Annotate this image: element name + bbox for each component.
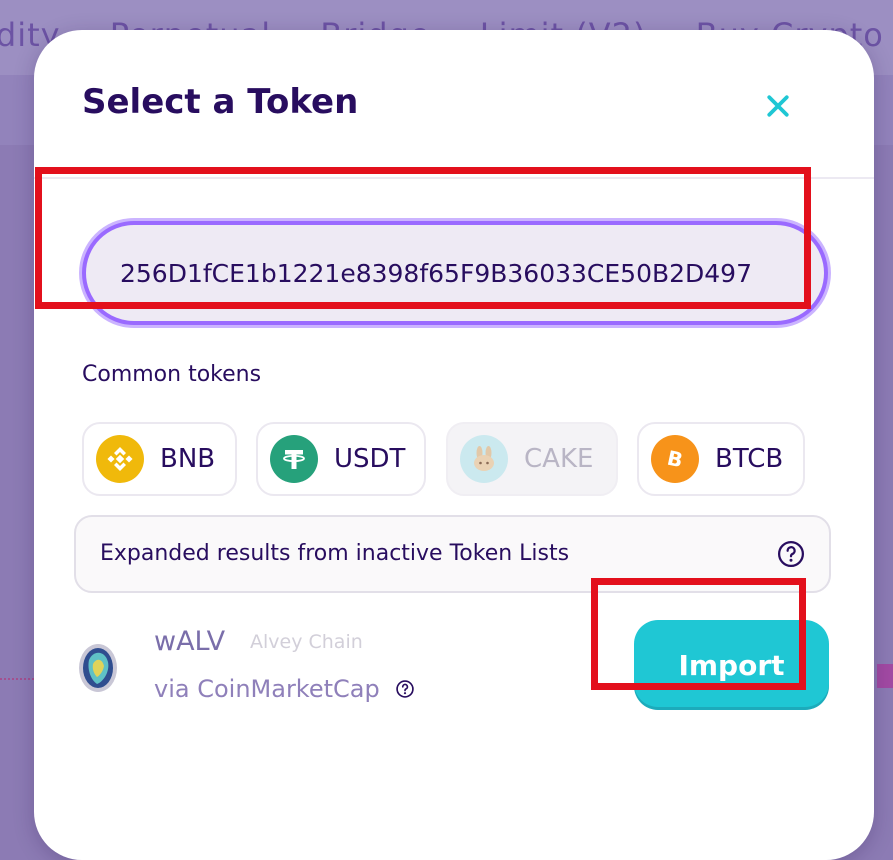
common-tokens-label: Common tokens [82, 362, 262, 387]
bnb-icon [96, 435, 144, 483]
close-icon [767, 95, 789, 117]
token-chip-bnb[interactable]: BNB [82, 422, 237, 496]
cake-icon [460, 435, 508, 483]
import-highlight-box [591, 578, 806, 690]
select-token-modal: Select a Token Common tokens BNB [34, 30, 874, 860]
result-token-source: via CoinMarketCap [154, 675, 415, 703]
background-divider [0, 678, 34, 680]
token-source-label: via CoinMarketCap [154, 675, 380, 703]
usdt-icon [270, 435, 318, 483]
token-chip-label: BTCB [715, 444, 784, 474]
token-chip-label: USDT [334, 444, 406, 474]
walv-token-icon [79, 644, 117, 692]
modal-header: Select a Token [34, 30, 874, 179]
token-chip-btcb[interactable]: B BTCB [637, 422, 805, 496]
background-tag [877, 664, 893, 688]
svg-text:B: B [665, 446, 685, 473]
result-token-symbol: wALV [154, 626, 226, 657]
help-icon[interactable] [395, 679, 415, 699]
close-button[interactable] [754, 82, 802, 130]
btcb-icon: B [651, 435, 699, 483]
token-chip-label: BNB [160, 444, 216, 474]
token-chip-usdt[interactable]: USDT [256, 422, 426, 496]
search-highlight-box [35, 167, 811, 309]
token-chip-label: CAKE [524, 444, 594, 474]
inactive-lists-text: Expanded results from inactive Token Lis… [100, 541, 570, 566]
result-token-name: Alvey Chain [250, 631, 363, 653]
help-icon[interactable] [776, 539, 806, 569]
modal-title: Select a Token [82, 82, 359, 122]
token-chip-cake[interactable]: CAKE [446, 422, 618, 496]
